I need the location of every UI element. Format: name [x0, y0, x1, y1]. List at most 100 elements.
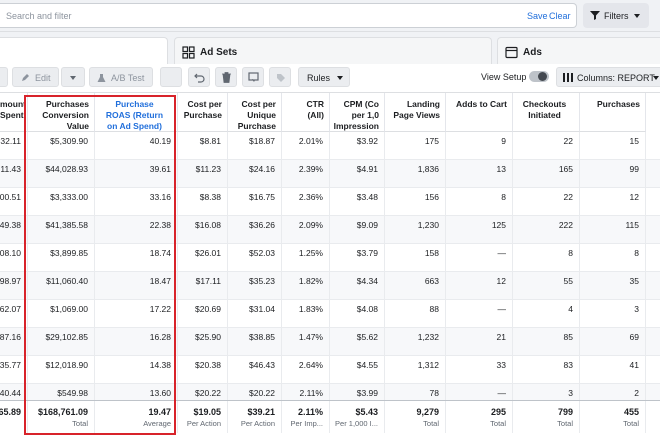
- total-label: Total: [623, 419, 639, 428]
- edit-dropdown-button[interactable]: [61, 67, 85, 87]
- tab-ads[interactable]: Ads: [497, 37, 660, 64]
- cell-cpm: $4.08: [330, 300, 385, 328]
- column-header-purchase-roas[interactable]: Purchase ROAS (Return on Ad Spend): [95, 93, 178, 132]
- cell-cost-per-unique-purchase: $35.23: [228, 272, 282, 300]
- cell-checkouts-initiated: 22: [513, 188, 580, 216]
- cell-cost-per-purchase: $17.11: [178, 272, 228, 300]
- columns-icon: [563, 73, 573, 82]
- edit-button[interactable]: Edit: [12, 67, 59, 87]
- level-tabs: Ad Sets Ads: [0, 32, 660, 64]
- column-header-landing-page-views[interactable]: Landing Page Views: [385, 93, 446, 132]
- rules-button[interactable]: Rules: [298, 67, 350, 87]
- column-header-cost-per-unique-purchase[interactable]: Cost per Unique Purchase: [228, 93, 282, 132]
- tag-button[interactable]: [269, 67, 291, 87]
- cell-cost-per-purchase: $8.81: [178, 132, 228, 160]
- cell-amount-spent: 62.07: [0, 300, 28, 328]
- search-box: [0, 3, 577, 28]
- table-row[interactable]: 35.77 $12,018.90 14.38 $20.38 $46.43 2.64% $4.…: [0, 356, 660, 384]
- view-setup-label: View Setup: [481, 72, 527, 82]
- chevron-down-icon: [634, 14, 640, 18]
- chevron-down-icon: [70, 76, 76, 80]
- cell-ctr-all: 2.01%: [282, 132, 330, 160]
- cell-cost-per-purchase: $16.08: [178, 216, 228, 244]
- cell-adds-to-cart: 33: [446, 356, 513, 384]
- cell-cost-per-unique-purchase: $46.43: [228, 356, 282, 384]
- cell-amount-spent: 87.16: [0, 328, 28, 356]
- filters-button[interactable]: Filters: [583, 3, 649, 28]
- column-header-adds-to-cart[interactable]: Adds to Cart: [446, 93, 513, 132]
- cell-checkouts-initiated: 165: [513, 160, 580, 188]
- column-header-purchases-conversion-value[interactable]: Purchases Conversion Value: [28, 93, 95, 132]
- cell-purchases-conversion-value: $12,018.90: [28, 356, 95, 384]
- search-input[interactable]: [6, 8, 386, 24]
- cell-amount-spent: 35.77: [0, 356, 28, 384]
- cell-purchases-conversion-value: $41,385.58: [28, 216, 95, 244]
- ab-test-button[interactable]: A/B Test: [89, 67, 153, 87]
- total-cost-per-purchase: $19.05 Per Action: [178, 401, 228, 433]
- view-setup-toggle[interactable]: [529, 71, 549, 82]
- column-header-ctr-all[interactable]: CTR (All): [282, 93, 330, 132]
- duplicate-button[interactable]: [160, 67, 182, 87]
- total-label: Average: [143, 419, 171, 428]
- table-row[interactable]: 62.07 $1,069.00 17.22 $20.69 $31.04 1.83% $4.0…: [0, 300, 660, 328]
- table-row[interactable]: 98.97 $11,060.40 18.47 $17.11 $35.23 1.82% $4.…: [0, 272, 660, 300]
- undo-icon: [194, 73, 205, 83]
- total-value: 455: [623, 407, 639, 417]
- tab-campaigns[interactable]: [0, 37, 168, 64]
- table-row[interactable]: 08.10 $3,899.85 18.74 $26.01 $52.03 1.25% $3.7…: [0, 244, 660, 272]
- table-row[interactable]: 87.16 $29,102.85 16.28 $25.90 $38.85 1.47% $5.…: [0, 328, 660, 356]
- cell-amount-spent: 08.10: [0, 244, 28, 272]
- grid-icon: [182, 46, 195, 59]
- total-value: 2.11%: [297, 407, 323, 417]
- delete-button[interactable]: [215, 67, 237, 87]
- cell-purchase-roas: 17.22: [95, 300, 178, 328]
- chevron-down-icon: [653, 76, 659, 80]
- cell-purchase-roas: 22.38: [95, 216, 178, 244]
- cell-cpm: $5.62: [330, 328, 385, 356]
- column-header-checkouts-initiated[interactable]: Checkouts Initiated: [513, 93, 580, 132]
- cell-purchase-roas: 18.74: [95, 244, 178, 272]
- edit-label: Edit: [35, 73, 51, 83]
- table-row[interactable]: 49.38 $41,385.58 22.38 $16.08 $36.26 2.09% $9.…: [0, 216, 660, 244]
- cell-purchases: 41: [580, 356, 646, 384]
- cell-amount-spent: 49.38: [0, 216, 28, 244]
- cell-purchases-conversion-value: $3,333.00: [28, 188, 95, 216]
- preview-button[interactable]: [242, 67, 264, 87]
- columns-label: Columns: REPORT: [577, 73, 655, 83]
- columns-button[interactable]: Columns: REPORT: [556, 67, 660, 87]
- cell-adds-to-cart: 21: [446, 328, 513, 356]
- cell-purchase-roas: 40.19: [95, 132, 178, 160]
- clear-filter-link[interactable]: Clear: [549, 11, 571, 21]
- tab-ad-sets-label: Ad Sets: [200, 47, 238, 58]
- cell-purchases: 69: [580, 328, 646, 356]
- total-value: 799: [557, 407, 573, 417]
- tab-ad-sets[interactable]: Ad Sets: [174, 37, 492, 64]
- cell-cpm: $3.48: [330, 188, 385, 216]
- search-bar: Save Clear Filters: [0, 0, 660, 32]
- table-row[interactable]: 11.43 $44,028.93 39.61 $11.23 $24.16 2.39% $4.…: [0, 160, 660, 188]
- cell-landing-page-views: 158: [385, 244, 446, 272]
- total-label: Per Action: [186, 419, 221, 428]
- table-row[interactable]: 32.11 $5,309.90 40.19 $8.81 $18.87 2.01% $3.92…: [0, 132, 660, 160]
- total-label: Per Imp...: [290, 419, 323, 428]
- total-label: Per Action: [240, 419, 275, 428]
- column-header-purchases[interactable]: Purchases: [580, 93, 646, 132]
- column-header-cost-per-purchase[interactable]: Cost per Purchase: [178, 93, 228, 132]
- cell-purchase-roas: 18.47: [95, 272, 178, 300]
- cell-adds-to-cart: 12: [446, 272, 513, 300]
- cell-checkouts-initiated: 22: [513, 132, 580, 160]
- total-ctr-all: 2.11% Per Imp...: [282, 401, 330, 433]
- create-button[interactable]: [0, 67, 8, 87]
- table-row[interactable]: 00.51 $3,333.00 33.16 $8.38 $16.75 2.36% $3.48…: [0, 188, 660, 216]
- filters-label: Filters: [604, 11, 629, 21]
- cell-cpm: $3.92: [330, 132, 385, 160]
- undo-button[interactable]: [188, 67, 210, 87]
- cell-landing-page-views: 1,230: [385, 216, 446, 244]
- cell-amount-spent: 11.43: [0, 160, 28, 188]
- total-label: Total: [557, 419, 573, 428]
- cell-cost-per-unique-purchase: $18.87: [228, 132, 282, 160]
- save-filter-link[interactable]: Save: [527, 11, 548, 21]
- column-header-amount-spent[interactable]: mount Spent: [0, 93, 28, 132]
- column-header-cpm[interactable]: CPM (Co per 1,0 Impression: [330, 93, 385, 132]
- cell-purchases-conversion-value: $44,028.93: [28, 160, 95, 188]
